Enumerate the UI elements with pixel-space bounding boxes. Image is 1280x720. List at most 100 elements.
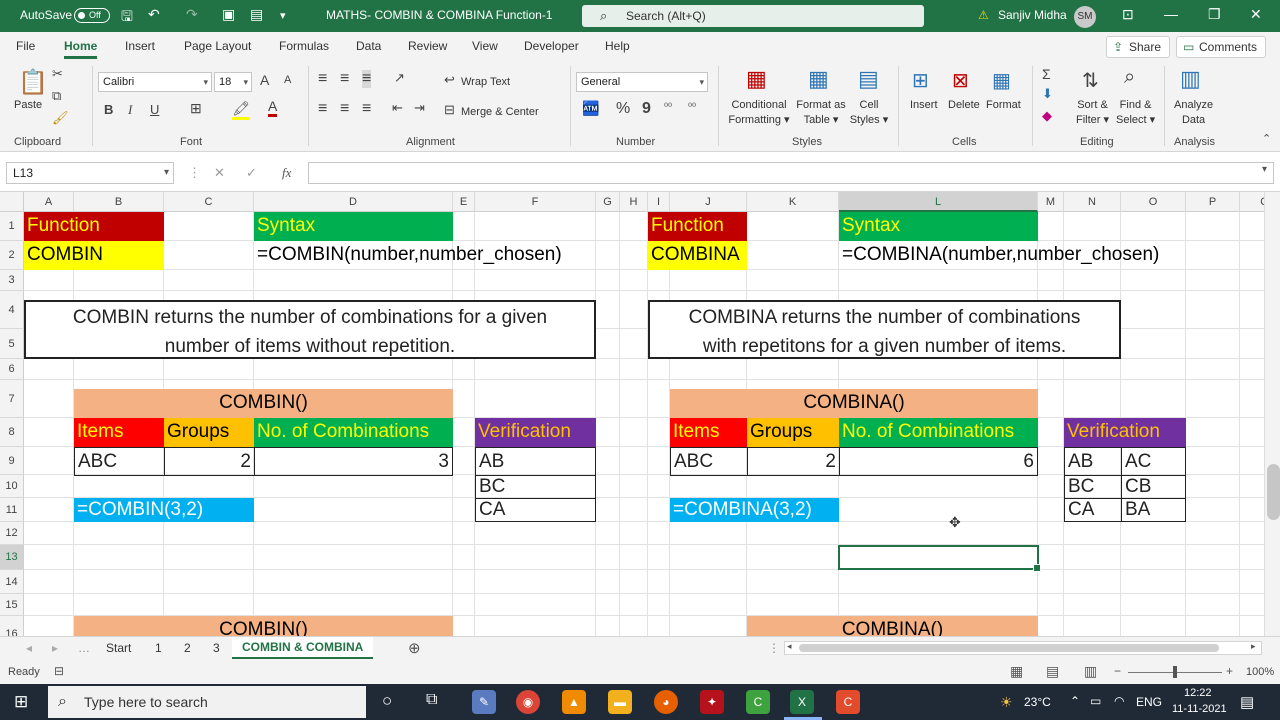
row-header[interactable]: 2: [0, 241, 24, 270]
sheet-tab-1[interactable]: 1: [155, 641, 162, 655]
task-view-icon[interactable]: ⧉: [426, 691, 437, 709]
right-verification-cell[interactable]: CA: [1064, 498, 1122, 522]
sheet-tab-2[interactable]: 2: [184, 641, 191, 655]
conditional-formatting-icon[interactable]: ▦: [746, 66, 767, 92]
clock-time[interactable]: 12:22: [1184, 687, 1212, 699]
sheet-tab-3[interactable]: 3: [213, 641, 220, 655]
zoom-slider-thumb[interactable]: [1173, 666, 1177, 678]
sort-filter-button[interactable]: Sort & Filter ▾: [1076, 98, 1109, 128]
column-header[interactable]: H: [620, 192, 648, 212]
horizontal-scrollbar[interactable]: ◂ ▸: [784, 641, 1262, 655]
cortana-icon[interactable]: ○: [382, 691, 392, 711]
insert-cells-icon[interactable]: ⊞: [912, 68, 929, 93]
avatar[interactable]: SM: [1074, 6, 1096, 28]
left-header-items[interactable]: Items: [74, 418, 164, 447]
image-icon[interactable]: ▤: [250, 6, 263, 23]
right-function-name[interactable]: COMBINA: [648, 241, 747, 270]
column-header[interactable]: G: [596, 192, 620, 212]
row-header[interactable]: 9: [0, 447, 24, 475]
clear-icon[interactable]: ◆: [1042, 108, 1052, 124]
language-indicator[interactable]: ENG: [1136, 695, 1162, 709]
hscroll-thumb[interactable]: [799, 644, 1219, 652]
scroll-right-icon[interactable]: ▸: [1251, 641, 1256, 652]
right-header-combinations[interactable]: No. of Combinations: [839, 418, 1038, 447]
right-verification-cell[interactable]: BA: [1121, 498, 1186, 522]
percent-button[interactable]: %: [616, 100, 630, 118]
app-icon-camtasia-red[interactable]: C: [836, 690, 860, 714]
close-icon[interactable]: ✕: [1250, 6, 1262, 23]
select-all-corner[interactable]: [0, 192, 24, 212]
row-header[interactable]: 1: [0, 212, 24, 241]
left-header-groups[interactable]: Groups: [164, 418, 254, 447]
right-bottom-title[interactable]: COMBINA(): [747, 616, 1038, 636]
column-header[interactable]: Q: [1240, 192, 1264, 212]
merge-icon[interactable]: ⊟: [444, 102, 455, 118]
tab-review[interactable]: Review: [408, 39, 447, 53]
row-header[interactable]: 10: [0, 475, 24, 498]
zoom-in-icon[interactable]: +: [1226, 664, 1233, 678]
left-groups-value[interactable]: 2: [164, 447, 255, 476]
print-preview-icon[interactable]: ▣: [222, 6, 235, 23]
tab-developer[interactable]: Developer: [524, 39, 579, 53]
analyze-data-icon[interactable]: ▥: [1180, 66, 1201, 92]
sort-filter-icon[interactable]: ⇅: [1082, 68, 1099, 93]
cut-icon[interactable]: ✂: [52, 66, 63, 82]
row-header[interactable]: 13: [0, 545, 24, 570]
find-select-icon[interactable]: ⌕: [1124, 66, 1135, 89]
ribbon-display-icon[interactable]: ⊡: [1122, 6, 1134, 23]
conditional-formatting-button[interactable]: Conditional Formatting ▾: [724, 98, 794, 128]
column-header[interactable]: I: [648, 192, 670, 212]
excel-icon[interactable]: X: [790, 690, 814, 714]
autosave-toggle[interactable]: Off: [74, 8, 110, 23]
spreadsheet-grid[interactable]: ABCDEFGHIJKLMNOPQ 1234567891011121314151…: [0, 192, 1264, 636]
customize-toolbar-icon[interactable]: ▾: [280, 9, 286, 22]
page-layout-view-icon[interactable]: ▤: [1046, 663, 1059, 680]
row-header[interactable]: 12: [0, 522, 24, 545]
redo-icon[interactable]: ↷: [186, 6, 198, 23]
row-header[interactable]: 4: [0, 291, 24, 329]
left-items-value[interactable]: ABC: [74, 447, 165, 476]
selected-cell[interactable]: [838, 545, 1041, 572]
cell-styles-button[interactable]: Cell Styles ▾: [848, 98, 890, 128]
add-sheet-icon[interactable]: ⊕: [408, 639, 421, 657]
right-function-label[interactable]: Function: [648, 212, 747, 241]
left-description-box[interactable]: COMBIN returns the number of combination…: [24, 300, 596, 359]
format-as-table-icon[interactable]: ▦: [808, 66, 829, 92]
left-bottom-title[interactable]: COMBIN(): [74, 616, 453, 636]
app-icon-paint[interactable]: ✎: [472, 690, 496, 714]
right-syntax[interactable]: =COMBINA(number,number_chosen): [839, 241, 1191, 270]
format-painter-icon[interactable]: 🖌: [52, 110, 69, 126]
zoom-level[interactable]: 100%: [1246, 666, 1274, 678]
tab-insert[interactable]: Insert: [125, 39, 155, 53]
comma-button[interactable]: 9: [642, 100, 651, 118]
vlc-icon[interactable]: ▲: [562, 690, 586, 714]
sheet-tab-combin-combina[interactable]: COMBIN & COMBINA: [232, 637, 374, 659]
save-icon[interactable]: 🖫: [121, 6, 133, 30]
right-formula[interactable]: =COMBINA(3,2): [670, 498, 839, 522]
row-header[interactable]: 6: [0, 359, 24, 380]
cell-styles-icon[interactable]: ▤: [858, 66, 879, 92]
right-verification-cell[interactable]: CB: [1121, 475, 1186, 499]
weather-temp[interactable]: 23°C: [1024, 695, 1051, 709]
left-syntax[interactable]: =COMBIN(number,number_chosen): [254, 241, 599, 270]
column-header[interactable]: B: [74, 192, 164, 212]
sheet-more-icon[interactable]: …: [78, 641, 90, 655]
column-header[interactable]: J: [670, 192, 747, 212]
right-verification-cell[interactable]: AC: [1121, 447, 1186, 476]
copy-icon[interactable]: ⧉: [52, 88, 61, 104]
right-combinations-value[interactable]: 6: [839, 447, 1038, 476]
sheet-tab-start[interactable]: Start: [106, 641, 131, 655]
analyze-data-button[interactable]: Analyze Data: [1174, 98, 1213, 128]
zoom-out-icon[interactable]: −: [1114, 664, 1121, 678]
prev-sheet-icon[interactable]: ◂: [26, 641, 32, 655]
user-name[interactable]: Sanjiv Midha: [998, 8, 1067, 22]
right-syntax-label[interactable]: Syntax: [839, 212, 1038, 241]
comments-button[interactable]: ▭ Comments: [1176, 36, 1267, 58]
align-bottom-icon[interactable]: ≡: [362, 70, 372, 88]
paste-icon[interactable]: 📋: [18, 68, 48, 97]
enter-icon[interactable]: ✓: [246, 165, 257, 181]
tab-help[interactable]: Help: [605, 39, 630, 53]
delete-cells-icon[interactable]: ⊠: [952, 68, 969, 93]
cancel-icon[interactable]: ✕: [214, 165, 225, 181]
font-size-select[interactable]: 18: [214, 72, 252, 92]
